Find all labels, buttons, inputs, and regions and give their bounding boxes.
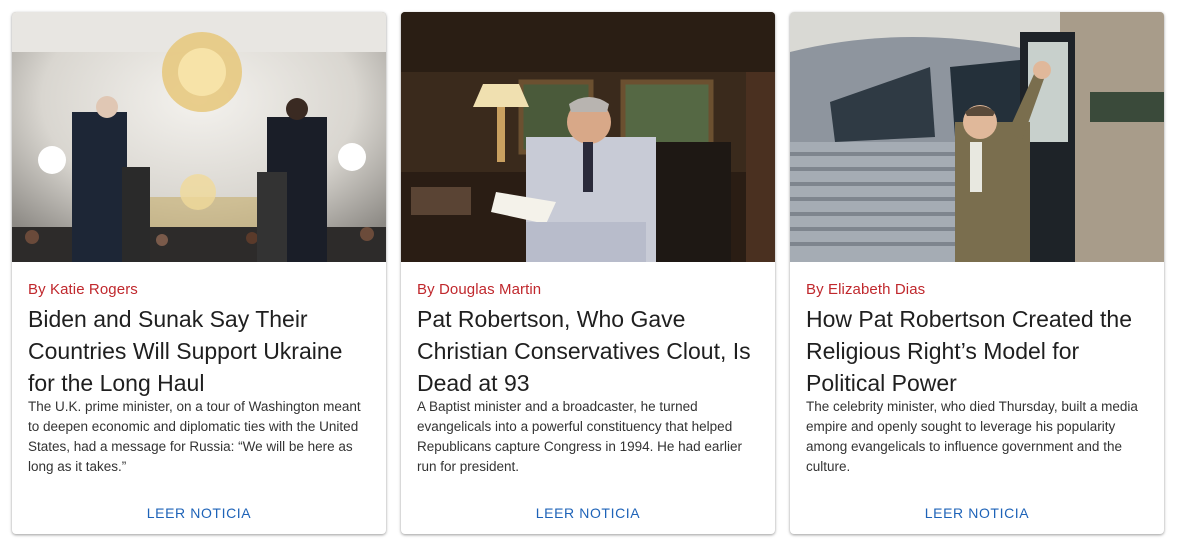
news-card: By Elizabeth Dias How Pat Robertson Crea… [790,12,1164,534]
read-article-button[interactable]: LEER NOTICIA [401,500,775,526]
article-title[interactable]: Pat Robertson, Who Gave Christian Conser… [417,303,762,399]
article-byline: By Elizabeth Dias [806,281,926,298]
article-byline: By Douglas Martin [417,281,542,298]
news-card: By Katie Rogers Biden and Sunak Say Thei… [12,12,386,534]
read-article-button[interactable]: LEER NOTICIA [790,500,1164,526]
article-image[interactable] [401,12,775,262]
article-summary: The celebrity minister, who died Thursda… [806,399,1138,474]
article-image[interactable] [790,12,1164,262]
read-article-button[interactable]: LEER NOTICIA [12,500,386,526]
article-title[interactable]: Biden and Sunak Say Their Countries Will… [28,303,373,399]
article-summary: A Baptist minister and a broadcaster, he… [417,399,742,474]
article-title[interactable]: How Pat Robertson Created the Religious … [806,303,1151,399]
article-byline: By Katie Rogers [28,281,138,298]
article-image[interactable] [12,12,386,262]
article-summary: The U.K. prime minister, on a tour of Wa… [28,399,361,474]
news-card: By Douglas Martin Pat Robertson, Who Gav… [401,12,775,534]
